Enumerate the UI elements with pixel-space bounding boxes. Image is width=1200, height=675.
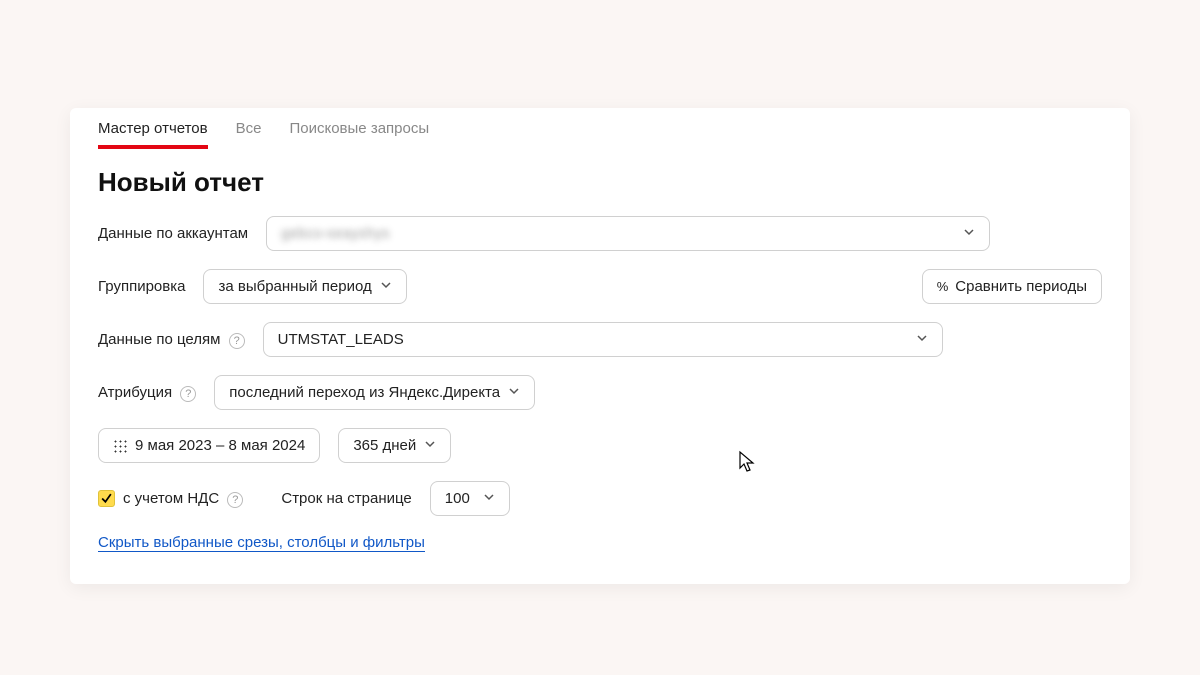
goals-label: Данные по целям ?	[98, 331, 245, 349]
accounts-label: Данные по аккаунтам	[98, 225, 248, 242]
date-range-value: 9 мая 2023 – 8 мая 2024	[135, 437, 305, 454]
compare-label: Сравнить периоды	[955, 278, 1087, 295]
chevron-down-icon	[508, 384, 520, 401]
chevron-down-icon	[963, 225, 975, 242]
row-goals: Данные по целям ? UTMSTAT_LEADS	[98, 322, 1102, 357]
vat-label: с учетом НДС ?	[123, 490, 243, 508]
row-accounts: Данные по аккаунтам gebco-seayshys	[98, 216, 1102, 251]
tab-all[interactable]: Все	[236, 108, 262, 148]
attribution-value: последний переход из Яндекс.Директа	[229, 384, 500, 401]
help-icon[interactable]: ?	[180, 386, 196, 402]
grouping-label: Группировка	[98, 278, 185, 295]
row-date: 9 мая 2023 – 8 мая 2024 365 дней	[98, 428, 1102, 463]
attribution-label: Атрибуция ?	[98, 384, 196, 402]
grouping-value: за выбранный период	[218, 278, 371, 295]
rows-per-page-label: Строк на странице	[281, 490, 411, 507]
chevron-down-icon	[380, 278, 392, 295]
row-options: с учетом НДС ? Строк на странице 100	[98, 481, 1102, 516]
page-title: Новый отчет	[98, 167, 1102, 198]
compare-periods-button[interactable]: % Сравнить периоды	[922, 269, 1102, 304]
days-preset-select[interactable]: 365 дней	[338, 428, 451, 463]
tab-master-reports[interactable]: Мастер отчетов	[98, 108, 208, 149]
rows-per-page-value: 100	[445, 490, 470, 507]
days-preset-value: 365 дней	[353, 437, 416, 454]
vat-checkbox[interactable]	[98, 490, 115, 507]
compare-icon: %	[937, 279, 948, 294]
goals-select[interactable]: UTMSTAT_LEADS	[263, 322, 943, 357]
tabs: Мастер отчетов Все Поисковые запросы	[70, 108, 1130, 149]
row-hide-link: Скрыть выбранные срезы, столбцы и фильтр…	[98, 534, 1102, 552]
grouping-select[interactable]: за выбранный период	[203, 269, 406, 304]
attribution-select[interactable]: последний переход из Яндекс.Директа	[214, 375, 535, 410]
content: Новый отчет Данные по аккаунтам gebco-se…	[70, 149, 1130, 576]
hide-slices-link[interactable]: Скрыть выбранные срезы, столбцы и фильтр…	[98, 534, 425, 552]
help-icon[interactable]: ?	[229, 333, 245, 349]
accounts-select[interactable]: gebco-seayshys	[266, 216, 990, 251]
accounts-value: gebco-seayshys	[281, 225, 389, 242]
row-attribution: Атрибуция ? последний переход из Яндекс.…	[98, 375, 1102, 410]
chevron-down-icon	[916, 331, 928, 348]
calendar-icon	[113, 439, 127, 453]
tab-search-queries[interactable]: Поисковые запросы	[289, 108, 429, 148]
chevron-down-icon	[483, 490, 495, 507]
goals-value: UTMSTAT_LEADS	[278, 331, 404, 348]
help-icon[interactable]: ?	[227, 492, 243, 508]
row-grouping: Группировка за выбранный период % Сравни…	[98, 269, 1102, 304]
chevron-down-icon	[424, 437, 436, 454]
rows-per-page-select[interactable]: 100	[430, 481, 510, 516]
report-settings-card: Мастер отчетов Все Поисковые запросы Нов…	[70, 108, 1130, 584]
date-range-picker[interactable]: 9 мая 2023 – 8 мая 2024	[98, 428, 320, 463]
